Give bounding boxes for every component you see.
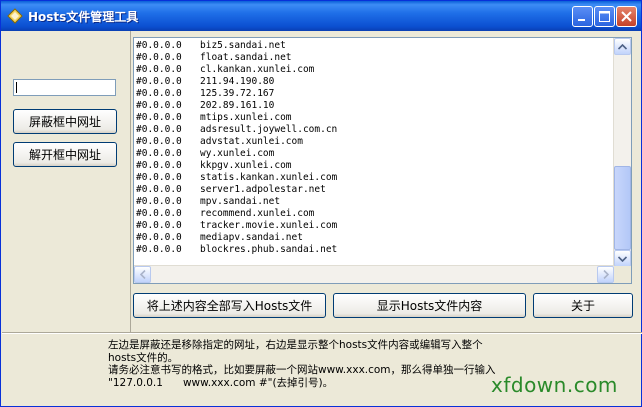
line-host: tracker.movie.xunlei.com — [200, 220, 338, 231]
line-ip: #0.0.0.0 — [136, 184, 182, 195]
line-host: recommend.xunlei.com — [200, 208, 315, 219]
chevron-left-icon — [139, 270, 146, 279]
scroll-up-button[interactable] — [614, 38, 631, 55]
line-ip: #0.0.0.0 — [136, 136, 182, 147]
hosts-line: #0.0.0.0 recommend.xunlei.com — [136, 208, 614, 220]
help-text-line: hosts文件的。 — [108, 351, 179, 364]
hosts-line: #0.0.0.0 125.39.72.167 — [136, 88, 614, 100]
minimize-button[interactable] — [572, 6, 593, 27]
hosts-line: #0.0.0.0 blockres.phub.sandai.net — [136, 244, 614, 256]
chevron-up-icon — [618, 43, 627, 50]
app-window: Hosts文件管理工具 屏蔽框中网址 解开框中网址 #0.0.0.0 biz5.s… — [0, 0, 642, 407]
maximize-icon — [599, 11, 610, 22]
hosts-line: #0.0.0.0 adsresult.joywell.com.cn — [136, 124, 614, 136]
line-ip: #0.0.0.0 — [136, 172, 182, 183]
line-ip: #0.0.0.0 — [136, 208, 182, 219]
line-ip: #0.0.0.0 — [136, 64, 182, 75]
unblock-url-button[interactable]: 解开框中网址 — [13, 142, 117, 167]
close-button[interactable] — [616, 6, 637, 27]
hosts-line: #0.0.0.0 202.89.161.10 — [136, 100, 614, 112]
line-ip: #0.0.0.0 — [136, 196, 182, 207]
help-text-line: "127.0.0.1 www.xxx.com #"(去掉引号)。 — [108, 376, 334, 389]
line-host: 211.94.190.80 — [200, 76, 275, 87]
write-hosts-button[interactable]: 将上述内容全部写入Hosts文件 — [133, 293, 326, 318]
minimize-icon — [578, 19, 585, 21]
hosts-line: #0.0.0.0 statis.kankan.xunlei.com — [136, 172, 614, 184]
hosts-line: #0.0.0.0 float.sandai.net — [136, 52, 614, 64]
watermark: xfdown.com — [491, 373, 618, 397]
scroll-right-button[interactable] — [597, 266, 614, 283]
help-text-line: 请务必注意书写的格式，比如要屏蔽一个网站www.xxx.com，那么得单独一行输… — [108, 364, 496, 376]
line-ip: #0.0.0.0 — [136, 100, 182, 111]
title-bar[interactable]: Hosts文件管理工具 — [1, 1, 641, 31]
vertical-scroll-thumb[interactable] — [614, 166, 631, 250]
divider — [2, 333, 642, 334]
window-title: Hosts文件管理工具 — [28, 10, 139, 24]
hosts-line: #0.0.0.0 mtips.xunlei.com — [136, 112, 614, 124]
line-host: server1.adpolestar.net — [200, 184, 326, 195]
hosts-line: #0.0.0.0 cl.kankan.xunlei.com — [136, 64, 614, 76]
app-icon — [7, 8, 23, 24]
line-ip: #0.0.0.0 — [136, 40, 182, 51]
about-button[interactable]: 关于 — [533, 293, 633, 318]
line-host: 202.89.161.10 — [200, 100, 275, 111]
line-host: mpv.sandai.net — [200, 196, 281, 207]
line-ip: #0.0.0.0 — [136, 88, 182, 99]
line-host: wy.xunlei.com — [200, 148, 275, 159]
line-ip: #0.0.0.0 — [136, 112, 182, 123]
line-ip: #0.0.0.0 — [136, 244, 182, 255]
hosts-line: #0.0.0.0 211.94.190.80 — [136, 76, 614, 88]
line-host: mediapv.sandai.net — [200, 232, 303, 243]
line-host: kkpgv.xunlei.com — [200, 160, 292, 171]
chevron-right-icon — [602, 270, 609, 279]
hosts-lines: #0.0.0.0 biz5.sandai.net #0.0.0.0 float.sa… — [136, 40, 614, 268]
block-url-button[interactable]: 屏蔽框中网址 — [13, 109, 117, 134]
line-host: biz5.sandai.net — [200, 40, 286, 51]
hosts-line: #0.0.0.0 wy.xunlei.com — [136, 148, 614, 160]
line-ip: #0.0.0.0 — [136, 124, 182, 135]
line-host: blockres.phub.sandai.net — [200, 244, 338, 255]
show-hosts-button[interactable]: 显示Hosts文件内容 — [333, 293, 526, 318]
scrollbar-corner — [614, 266, 631, 283]
vertical-scrollbar[interactable] — [613, 38, 631, 267]
hosts-line: #0.0.0.0 advstat.xunlei.com — [136, 136, 614, 148]
hosts-line: #0.0.0.0 server1.adpolestar.net — [136, 184, 614, 196]
line-ip: #0.0.0.0 — [136, 160, 182, 171]
help-text: 左边是屏蔽还是移除指定的网址，右边是显示整个hosts文件内容或编辑写入整个 ho… — [108, 339, 496, 389]
line-ip: #0.0.0.0 — [136, 148, 182, 159]
line-ip: #0.0.0.0 — [136, 232, 182, 243]
horizontal-scrollbar[interactable] — [134, 265, 614, 283]
line-host: cl.kankan.xunlei.com — [200, 64, 315, 75]
url-input[interactable] — [13, 79, 116, 96]
hosts-line: #0.0.0.0 biz5.sandai.net — [136, 40, 614, 52]
line-ip: #0.0.0.0 — [136, 76, 182, 87]
hosts-line: #0.0.0.0 mediapv.sandai.net — [136, 232, 614, 244]
line-host: statis.kankan.xunlei.com — [200, 172, 338, 183]
chevron-down-icon — [618, 255, 627, 262]
maximize-button[interactable] — [594, 6, 615, 27]
scroll-down-button[interactable] — [614, 250, 631, 267]
hosts-line: #0.0.0.0 kkpgv.xunlei.com — [136, 160, 614, 172]
hosts-line: #0.0.0.0 tracker.movie.xunlei.com — [136, 220, 614, 232]
line-host: float.sandai.net — [200, 52, 292, 63]
hosts-line: #0.0.0.0 mpv.sandai.net — [136, 196, 614, 208]
line-host: mtips.xunlei.com — [200, 112, 292, 123]
close-icon — [621, 11, 632, 22]
line-host: advstat.xunlei.com — [200, 136, 303, 147]
hosts-content-textarea[interactable]: #0.0.0.0 biz5.sandai.net #0.0.0.0 float.sa… — [133, 37, 632, 284]
line-host: 125.39.72.167 — [200, 88, 275, 99]
line-ip: #0.0.0.0 — [136, 52, 182, 63]
line-host: adsresult.joywell.com.cn — [200, 124, 338, 135]
help-text-line: 左边是屏蔽还是移除指定的网址，右边是显示整个hosts文件内容或编辑写入整个 — [108, 339, 483, 351]
line-ip: #0.0.0.0 — [136, 220, 182, 231]
left-panel — [2, 31, 131, 332]
scroll-left-button[interactable] — [134, 266, 151, 283]
